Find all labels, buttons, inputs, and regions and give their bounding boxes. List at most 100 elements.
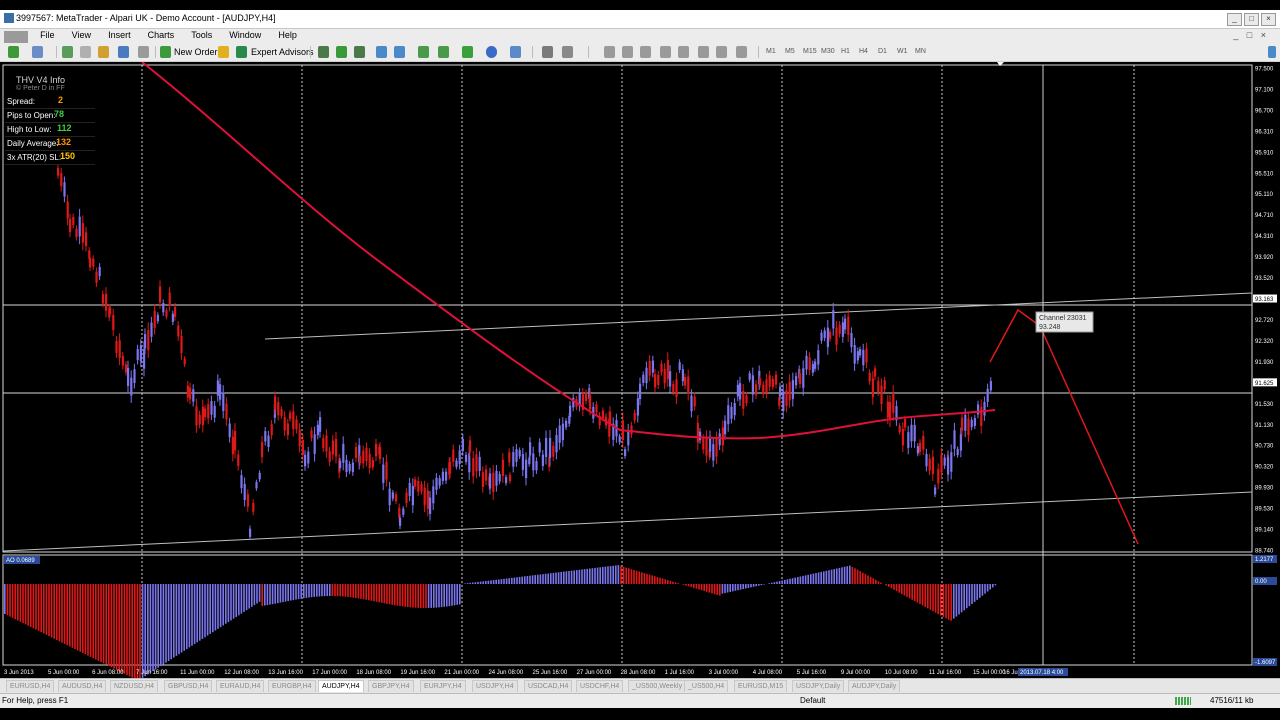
shapes-icon[interactable] <box>698 46 709 58</box>
timeframe-m5[interactable]: M5 <box>785 48 795 60</box>
expert-advisors-button[interactable]: Expert Advisors <box>251 47 314 59</box>
chart-tab-gbpjpy-h4[interactable]: GBPJPY,H4 <box>368 680 414 692</box>
chart-tab--us500-h4[interactable]: _US500,H4 <box>684 680 729 692</box>
timeframe-h4[interactable]: H4 <box>859 48 868 60</box>
candle-body-151 <box>498 474 501 482</box>
candle-body-283 <box>883 380 886 390</box>
minimize-button[interactable]: _ <box>1227 13 1242 26</box>
ao-bar-151 <box>396 584 399 606</box>
line-chart-icon[interactable] <box>354 46 365 58</box>
chart-tab-usdjpy-h4[interactable]: USDJPY,H4 <box>472 680 518 692</box>
new-order-icon[interactable] <box>160 46 171 58</box>
channel-icon[interactable] <box>640 46 651 58</box>
chart-tab-usdjpy-daily[interactable]: USDJPY,Daily <box>792 680 845 692</box>
timeframe-h1[interactable]: H1 <box>841 48 850 60</box>
ao-bar-250 <box>654 576 656 584</box>
time-label: 13 Jun 16:00 <box>268 670 303 676</box>
menu-insert[interactable]: Insert <box>101 29 138 41</box>
ao-bar-57 <box>152 584 154 672</box>
chart-tab-gbpusd-h4[interactable]: GBPUSD,H4 <box>164 680 213 692</box>
chart-area[interactable]: 97.500 97.100 96.700 96.310 95.910 95.510 95.1… <box>0 61 1280 682</box>
price-label: 91.130 <box>1255 423 1274 429</box>
candle-body-60 <box>234 430 237 451</box>
chart-shift-icon[interactable] <box>418 46 429 58</box>
crosshair-icon[interactable] <box>562 46 573 58</box>
chart-tab-euraud-h4[interactable]: EURAUD,H4 <box>216 680 265 692</box>
ao-bar-164 <box>430 584 432 608</box>
menu-window[interactable]: Window <box>222 29 268 41</box>
ao-bar-138 <box>362 584 365 600</box>
chart-tab-usdchf-h4[interactable]: USDCHF,H4 <box>576 680 624 692</box>
zoom-in-icon[interactable] <box>376 46 387 58</box>
chart-tab-audusd-h4[interactable]: AUDUSD,H4 <box>58 680 107 692</box>
candle-body-300 <box>934 487 937 495</box>
ao-bar-39 <box>105 584 107 665</box>
zoom-out-icon[interactable] <box>394 46 405 58</box>
timeframe-d1[interactable]: D1 <box>878 48 887 60</box>
trendline-icon[interactable] <box>622 46 633 58</box>
ao-bar-319 <box>833 569 835 584</box>
strategy-tester-icon[interactable] <box>138 46 149 58</box>
templates-icon[interactable] <box>510 46 521 58</box>
arrows-icon[interactable] <box>736 46 747 58</box>
menu-help[interactable]: Help <box>271 29 304 41</box>
chart-tab-nzdusd-h4[interactable]: NZDUSD,H4 <box>110 680 159 692</box>
ao-bar-217 <box>568 571 570 584</box>
ellipse-icon[interactable] <box>716 46 727 58</box>
menu-file[interactable]: File <box>33 29 62 41</box>
maximize-button[interactable]: □ <box>1244 13 1259 26</box>
periods-icon[interactable] <box>486 46 497 58</box>
high-to-low-row: High to Low: 112 <box>5 123 95 137</box>
chart-tab-eurgbp-h4[interactable]: EURGBP,H4 <box>268 680 316 692</box>
candle-body-267 <box>835 327 838 345</box>
candle-body-150 <box>495 470 498 486</box>
menu-charts[interactable]: Charts <box>141 29 182 41</box>
candlesticks-icon[interactable] <box>336 46 347 58</box>
candle-body-146 <box>485 469 488 481</box>
cursor-icon[interactable] <box>542 46 553 58</box>
candle-body-153 <box>505 477 508 484</box>
terminal-icon[interactable] <box>118 46 129 58</box>
profiles-icon[interactable] <box>32 46 43 58</box>
navigator-icon[interactable] <box>98 46 109 58</box>
new-chart-icon[interactable] <box>8 46 19 58</box>
candle-body-218 <box>693 396 696 407</box>
timeframe-m30[interactable]: M30 <box>821 48 835 60</box>
child-window-controls[interactable]: _ □ × <box>1226 29 1276 41</box>
indicators-icon[interactable] <box>462 46 473 58</box>
ao-bar-187 <box>490 580 492 584</box>
horizontal-line-icon[interactable] <box>604 46 615 58</box>
chart-tab-eurusd-m15[interactable]: EURUSD,M15 <box>734 680 788 692</box>
timeframe-w1[interactable]: W1 <box>897 48 908 60</box>
bar-chart-icon[interactable] <box>318 46 329 58</box>
autoscroll-icon[interactable] <box>438 46 449 58</box>
close-button[interactable]: × <box>1261 13 1276 26</box>
ao-bar-243 <box>635 570 638 584</box>
menu-view[interactable]: View <box>65 29 98 41</box>
ao-bar-13 <box>37 584 40 631</box>
timeframe-m1[interactable]: M1 <box>766 48 776 60</box>
chart-tab-eurusd-h4[interactable]: EURUSD,H4 <box>6 680 55 692</box>
data-window-icon[interactable] <box>80 46 91 58</box>
timeframe-m15[interactable]: M15 <box>803 48 817 60</box>
fibonacci-icon[interactable] <box>678 46 689 58</box>
text-icon[interactable] <box>660 46 671 58</box>
market-watch-icon[interactable] <box>62 46 73 58</box>
chart-tab-audjpy-h4[interactable]: AUDJPY,H4 <box>318 680 364 692</box>
expert-advisors-icon[interactable] <box>236 46 247 58</box>
menu-tools[interactable]: Tools <box>184 29 219 41</box>
chart-tab--us500-weekly[interactable]: _US500,Weekly <box>628 680 687 692</box>
candle-body-170 <box>552 445 555 457</box>
candle-body-264 <box>826 327 829 348</box>
timeframe-mn[interactable]: MN <box>915 48 926 60</box>
chart-tab-audjpy-daily[interactable]: AUDJPY,Daily <box>848 680 901 692</box>
metaeditor-icon[interactable] <box>218 46 229 58</box>
title-bar[interactable]: 3997567: MetaTrader - Alpari UK - Demo A… <box>0 10 1280 29</box>
chart-tab-usdcad-h4[interactable]: USDCAD,H4 <box>524 680 573 692</box>
toolbar-chevron-icon[interactable] <box>1268 46 1276 58</box>
candle-body-141 <box>469 440 472 452</box>
chart-tab-eurjpy-h4[interactable]: EURJPY,H4 <box>420 680 466 692</box>
new-order-button[interactable]: New Order <box>174 47 218 59</box>
ao-bar-324 <box>846 566 848 584</box>
price-chart[interactable]: 97.500 97.100 96.700 96.310 95.910 95.510 95.1… <box>0 61 1280 682</box>
